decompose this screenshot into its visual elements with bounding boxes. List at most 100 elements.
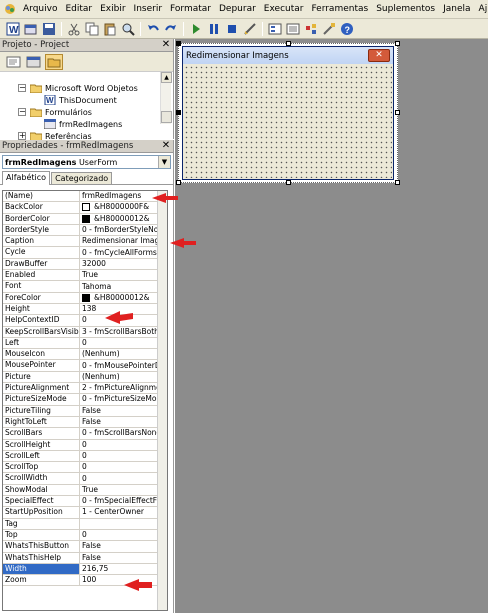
- property-row-showmodal[interactable]: ShowModal True: [3, 484, 167, 497]
- property-row-startupposition[interactable]: StartUpPosition 1 - CenterOwner: [3, 507, 167, 519]
- vba-app-icon[interactable]: [3, 1, 17, 17]
- property-row-scrolltop[interactable]: ScrollTop 0: [3, 462, 167, 474]
- word-view-icon[interactable]: W: [5, 21, 21, 37]
- insert-userform-icon[interactable]: [23, 21, 39, 37]
- resize-handle[interactable]: [286, 180, 291, 185]
- property-row-helpcontextid[interactable]: HelpContextID 0: [3, 315, 167, 327]
- find-icon[interactable]: [120, 21, 136, 37]
- property-row-name[interactable]: (Name) frmRedImagens: [3, 191, 167, 203]
- property-row-whatsthisbutton[interactable]: WhatsThisButton False: [3, 541, 167, 553]
- object-browser-icon[interactable]: [303, 21, 319, 37]
- resize-handle[interactable]: [176, 110, 181, 115]
- property-row-forecolor[interactable]: ForeColor &H80000012&: [3, 292, 167, 304]
- property-value[interactable]: 32000: [80, 259, 167, 269]
- property-value[interactable]: 0 - fmBorderStyleNone: [80, 225, 167, 235]
- property-value[interactable]: 0 - fmScrollBarsNone: [80, 428, 167, 438]
- property-row-keepscrollbarsvisible[interactable]: KeepScrollBarsVisible 3 - fmScrollBarsBot…: [3, 326, 167, 338]
- property-row-tag[interactable]: Tag: [3, 518, 167, 530]
- property-value[interactable]: 0 - fmCycleAllForms: [80, 247, 167, 257]
- property-value[interactable]: True: [80, 270, 167, 280]
- property-value[interactable]: 0: [80, 451, 167, 461]
- property-row-righttoleft[interactable]: RightToLeft False: [3, 416, 167, 429]
- property-value[interactable]: False: [80, 406, 167, 416]
- close-icon[interactable]: ✕: [161, 40, 171, 50]
- property-row-drawbuffer[interactable]: DrawBuffer 32000: [3, 258, 167, 271]
- property-row-enabled[interactable]: Enabled True: [3, 270, 167, 282]
- property-row-font[interactable]: Font Tahoma: [3, 281, 167, 293]
- menu-executar[interactable]: Executar: [260, 0, 308, 19]
- property-value[interactable]: 0 - fmPictureSizeModeCl: [80, 394, 167, 404]
- design-mode-icon[interactable]: [242, 21, 258, 37]
- property-row-mousepointer[interactable]: MousePointer 0 - fmMousePointerDefa: [3, 360, 167, 372]
- resize-handle[interactable]: [176, 180, 181, 185]
- property-value[interactable]: 0 - fmSpecialEffectFlat: [80, 496, 167, 506]
- tree-item[interactable]: W ThisDocument: [44, 94, 117, 106]
- property-row-scrollwidth[interactable]: ScrollWidth 0: [3, 473, 167, 485]
- menu-depurar[interactable]: Depurar: [215, 0, 260, 19]
- property-row-picturetiling[interactable]: PictureTiling False: [3, 405, 167, 417]
- property-row-whatsthishelp[interactable]: WhatsThisHelp False: [3, 552, 167, 564]
- property-row-scrollheight[interactable]: ScrollHeight 0: [3, 439, 167, 451]
- save-icon[interactable]: [41, 21, 57, 37]
- resize-handle[interactable]: [395, 180, 400, 185]
- undo-icon[interactable]: [145, 21, 161, 37]
- tree-item[interactable]: Microsoft Word Objetos: [30, 82, 138, 94]
- property-value[interactable]: 216,75: [80, 564, 167, 574]
- help-icon[interactable]: ?: [339, 21, 355, 37]
- property-row-scrollleft[interactable]: ScrollLeft 0: [3, 450, 167, 463]
- tab-categorized[interactable]: Categorizado: [51, 172, 113, 184]
- redo-icon[interactable]: [163, 21, 179, 37]
- property-row-top[interactable]: Top 0: [3, 529, 167, 542]
- menu-formatar[interactable]: Formatar: [166, 0, 215, 19]
- menu-editar[interactable]: Editar: [61, 0, 96, 19]
- property-value[interactable]: [80, 519, 167, 529]
- break-icon[interactable]: [206, 21, 222, 37]
- property-row-left[interactable]: Left 0: [3, 337, 167, 350]
- property-row-scrollbars[interactable]: ScrollBars 0 - fmScrollBarsNone: [3, 428, 167, 440]
- property-value[interactable]: 0: [80, 338, 167, 348]
- property-value[interactable]: 0: [80, 462, 167, 472]
- property-row-picturealignment[interactable]: PictureAlignment 2 - fmPictureAlignmentC: [3, 383, 167, 395]
- userform-grid[interactable]: [184, 65, 392, 178]
- close-icon[interactable]: ✕: [161, 141, 171, 151]
- property-value[interactable]: (Nenhum): [80, 372, 167, 382]
- view-object-icon[interactable]: [25, 54, 43, 70]
- property-value[interactable]: 0: [80, 440, 167, 450]
- property-value[interactable]: 3 - fmScrollBarsBoth: [80, 327, 167, 337]
- property-row-height[interactable]: Height 138: [3, 303, 167, 316]
- property-row-borderstyle[interactable]: BorderStyle 0 - fmBorderStyleNone: [3, 224, 167, 237]
- property-value[interactable]: Tahoma: [80, 281, 167, 291]
- cut-icon[interactable]: [66, 21, 82, 37]
- object-selector[interactable]: frmRedImagens UserForm ▼: [2, 155, 171, 169]
- property-value[interactable]: 0: [80, 530, 167, 540]
- chevron-down-icon[interactable]: ▼: [158, 156, 170, 168]
- reset-icon[interactable]: [224, 21, 240, 37]
- property-value[interactable]: &H80000012&: [80, 214, 167, 224]
- property-row-cycle[interactable]: Cycle 0 - fmCycleAllForms: [3, 247, 167, 259]
- menu-suplementos[interactable]: Suplementos: [372, 0, 439, 19]
- property-grid-scrollbar[interactable]: [157, 191, 167, 610]
- property-row-picture[interactable]: Picture (Nenhum): [3, 371, 167, 384]
- property-value[interactable]: 0 - fmMousePointerDefa: [80, 360, 167, 370]
- property-value[interactable]: True: [80, 485, 167, 495]
- property-value[interactable]: &H80000012&: [80, 293, 167, 303]
- property-row-picturesizemode[interactable]: PictureSizeMode 0 - fmPictureSizeModeCl: [3, 394, 167, 406]
- project-scrollbar[interactable]: ▲: [160, 72, 172, 124]
- property-row-specialeffect[interactable]: SpecialEffect 0 - fmSpecialEffectFlat: [3, 496, 167, 508]
- property-value[interactable]: False: [80, 553, 167, 563]
- paste-icon[interactable]: [102, 21, 118, 37]
- resize-handle[interactable]: [176, 41, 181, 46]
- toolbox-icon[interactable]: [321, 21, 337, 37]
- property-value[interactable]: False: [80, 417, 167, 427]
- copy-icon[interactable]: [84, 21, 100, 37]
- property-value[interactable]: False: [80, 541, 167, 551]
- property-row-mouseicon[interactable]: MouseIcon (Nenhum): [3, 349, 167, 361]
- resize-handle[interactable]: [395, 41, 400, 46]
- menu-inserir[interactable]: Inserir: [130, 0, 167, 19]
- property-row-caption[interactable]: Caption Redimensionar Imagens: [3, 236, 167, 248]
- expander-icon[interactable]: +: [18, 132, 26, 140]
- property-value[interactable]: 1 - CenterOwner: [80, 507, 167, 517]
- tree-item[interactable]: Formulários: [30, 106, 92, 118]
- userform-preview[interactable]: Redimensionar Imagens ✕: [182, 46, 394, 180]
- property-value[interactable]: 2 - fmPictureAlignmentC: [80, 383, 167, 393]
